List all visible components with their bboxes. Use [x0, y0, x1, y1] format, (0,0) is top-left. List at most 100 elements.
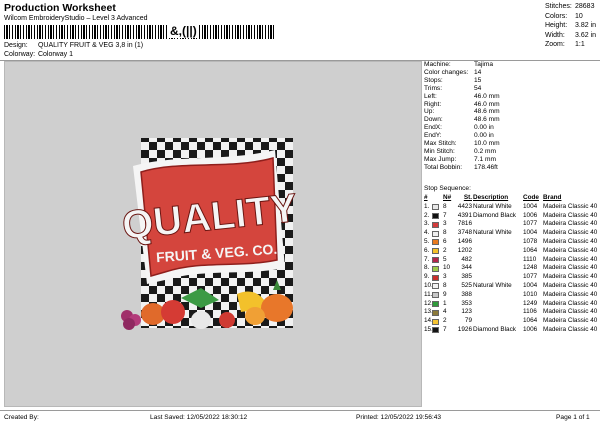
thread-brand: Madeira Classic 40	[543, 281, 598, 289]
info-row: Stops: 15	[424, 76, 482, 84]
thread-code: 1006	[523, 211, 538, 219]
thread-description	[473, 273, 523, 282]
stat-width: Width: 3.62 in	[545, 31, 597, 39]
thread-description: Natural White	[473, 202, 512, 210]
sequence-number: 9.	[424, 273, 430, 281]
info-row: Max Stitch: 10.0 mm	[424, 140, 500, 148]
stat-zoom: Zoom: 1:1	[545, 41, 585, 49]
table-row: 1. 8 4423 Natural White 1004 Madeira Classic …	[424, 203, 600, 212]
stop-number: 2	[443, 317, 447, 325]
thread-code: 1004	[523, 202, 538, 210]
design-label: Design:	[4, 42, 28, 49]
color-swatch	[432, 238, 443, 247]
stitch-count: 353	[461, 299, 472, 307]
stitch-count: 79	[464, 317, 472, 325]
table-row: 9. 3 385 1077 Madeira Classic 40	[424, 273, 600, 282]
thread-brand: Madeira Classic 40	[543, 290, 598, 298]
thread-brand: Madeira Classic 40	[543, 264, 598, 272]
stop-number: 8	[443, 202, 447, 210]
thread-description: Natural White	[473, 281, 512, 289]
col-stitches: St.	[463, 194, 472, 201]
colorway-label: Colorway:	[4, 51, 36, 58]
color-swatch	[432, 264, 443, 273]
stitch-count: 4391	[457, 211, 472, 219]
thread-code: 1249	[523, 299, 538, 307]
design-name: QUALITY FRUIT & VEG 3,8 in (1)	[37, 42, 144, 49]
machine-info: Machine: Tajima Color changes: 14 Stops: 15…	[424, 61, 600, 172]
color-swatch	[432, 282, 443, 291]
thread-color-swatch	[432, 318, 439, 325]
info-row: Min Stitch: 0.2 mm	[424, 147, 496, 155]
stop-number: 10	[443, 264, 451, 272]
color-swatch	[432, 220, 443, 229]
col-stop: N#	[443, 194, 452, 201]
thread-description	[473, 308, 523, 317]
table-row: 14. 2 79 1064 Madeira Classic 40	[424, 317, 600, 326]
colorway-row: Colorway: Colorway 1	[4, 51, 73, 58]
info-row: Max Jump: 7.1 mm	[424, 155, 496, 163]
thread-description	[473, 317, 523, 326]
thread-color-swatch	[432, 230, 439, 237]
thread-code: 1078	[523, 237, 538, 245]
sequence-number: 12.	[424, 299, 433, 307]
sequence-number: 10.	[424, 281, 433, 289]
color-swatch	[432, 326, 443, 335]
col-code: Code	[523, 194, 539, 201]
thread-code: 1010	[523, 290, 538, 298]
thread-code: 1110	[523, 255, 537, 263]
thread-color-swatch	[432, 274, 439, 281]
thread-color-swatch	[432, 283, 439, 290]
stop-number: 7	[443, 211, 447, 219]
stitch-count: 1496	[457, 237, 472, 245]
stat-height: Height: 3.82 in	[545, 22, 597, 30]
stop-number: 3	[443, 273, 447, 281]
table-row: 11. 9 388 1010 Madeira Classic 40	[424, 291, 600, 300]
color-swatch	[432, 212, 443, 221]
table-row: 12. 1 353 1249 Madeira Classic 40	[424, 300, 600, 309]
color-swatch	[432, 256, 443, 265]
worksheet-header: Production Worksheet Wilcom EmbroiderySt…	[0, 0, 600, 60]
sequence-number: 7.	[424, 255, 430, 263]
info-row: Up: 48.6 mm	[424, 108, 500, 116]
software-subtitle: Wilcom EmbroideryStudio – Level 3 Advanc…	[4, 15, 148, 22]
page-number: Page 1 of 1	[556, 414, 590, 421]
info-row: Down: 48.6 mm	[424, 116, 500, 124]
thread-description	[473, 300, 523, 309]
thread-code: 1106	[523, 308, 537, 316]
stat-colors: Colors: 10	[545, 12, 583, 20]
sequence-number: 2.	[424, 211, 430, 219]
thread-brand: Madeira Classic 40	[543, 325, 598, 333]
thread-description: Diamond Black	[473, 325, 516, 333]
table-row: 6. 2 1202 1064 Madeira Classic 40	[424, 247, 600, 256]
info-row: Right: 46.0 mm	[424, 100, 500, 108]
stitch-count: 385	[461, 273, 472, 281]
design-row: Design: QUALITY FRUIT & VEG 3,8 in (1)	[4, 42, 143, 49]
table-row: 3. 3 7816 1077 Madeira Classic 40	[424, 220, 600, 229]
thread-description: Natural White	[473, 229, 512, 237]
thread-description	[473, 220, 523, 229]
stop-number: 2	[443, 246, 447, 254]
thread-color-swatch	[432, 265, 439, 272]
info-row: Color changes: 14	[424, 68, 482, 76]
thread-color-swatch	[432, 213, 439, 220]
table-row: 5. 6 1496 1078 Madeira Classic 40	[424, 238, 600, 247]
table-body: 1. 8 4423 Natural White 1004 Madeira Classic …	[424, 203, 600, 335]
thread-brand: Madeira Classic 40	[543, 246, 598, 254]
info-row: Trims: 54	[424, 84, 482, 92]
thread-color-swatch	[432, 327, 439, 334]
stop-number: 8	[443, 281, 447, 289]
thread-code: 1064	[523, 246, 538, 254]
col-description: Description	[473, 194, 509, 201]
stitch-count: 344	[461, 264, 472, 272]
stop-number: 3	[443, 220, 447, 228]
info-row: Total Bobbin: 178.46ft	[424, 163, 498, 171]
table-row: 7. 5 482 1110 Madeira Classic 40	[424, 256, 600, 265]
thread-color-swatch	[432, 301, 439, 308]
thread-brand: Madeira Classic 40	[543, 202, 598, 210]
colorway-name: Colorway 1	[37, 51, 73, 58]
stop-sequence-table: # N# St. Description Code Brand 1. 8 4423 N…	[424, 194, 600, 335]
thread-brand: Madeira Classic 40	[543, 317, 598, 325]
color-swatch	[432, 247, 443, 256]
table-row: 10. 8 525 Natural White 1004 Madeira Classic …	[424, 282, 600, 291]
thread-description	[473, 264, 523, 273]
